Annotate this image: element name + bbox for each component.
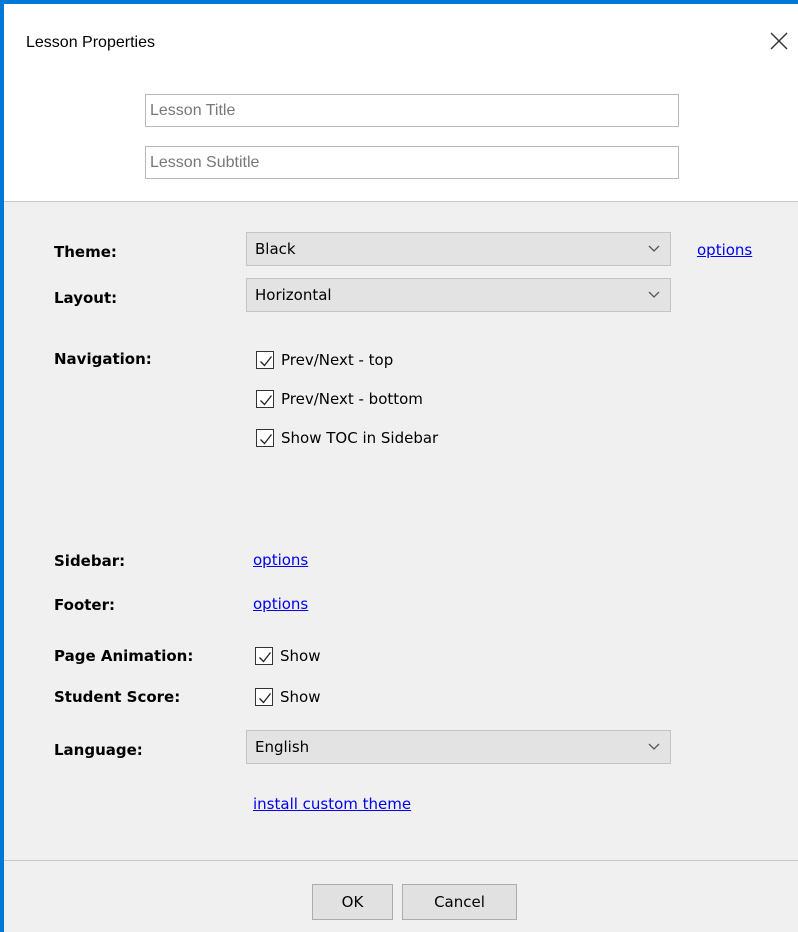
theme-select[interactable]: Black — [246, 232, 671, 266]
checkbox-checked-icon[interactable] — [255, 647, 273, 665]
nav-show-toc-label: Show TOC in Sidebar — [281, 429, 439, 447]
sidebar-options-link[interactable]: options — [253, 551, 308, 569]
cancel-button[interactable]: Cancel — [402, 884, 517, 920]
layout-select-value: Horizontal — [255, 286, 332, 304]
footer-label: Footer: — [54, 596, 115, 614]
install-custom-theme-link[interactable]: install custom theme — [253, 795, 411, 813]
chevron-down-icon — [648, 245, 660, 252]
language-label: Language: — [54, 741, 143, 759]
chevron-down-icon — [648, 743, 660, 750]
theme-select-value: Black — [255, 240, 296, 258]
language-select[interactable]: English — [246, 730, 671, 764]
close-icon[interactable] — [768, 30, 790, 52]
theme-options-link[interactable]: options — [697, 241, 752, 259]
title-bar: Lesson Properties — [4, 4, 798, 80]
student-score-checkbox[interactable]: Show — [255, 686, 320, 708]
lesson-header-section — [4, 80, 798, 202]
checkbox-checked-icon[interactable] — [256, 390, 274, 408]
nav-prev-next-top-label: Prev/Next - top — [281, 351, 394, 369]
student-score-show-label: Show — [280, 688, 321, 706]
layout-label: Layout: — [54, 289, 118, 307]
dialog-title: Lesson Properties — [26, 34, 155, 51]
page-animation-show-label: Show — [280, 647, 321, 665]
checkbox-checked-icon[interactable] — [256, 351, 274, 369]
sidebar-label: Sidebar: — [54, 552, 126, 570]
language-select-value: English — [255, 738, 310, 756]
navigation-label: Navigation: — [54, 350, 152, 368]
page-animation-checkbox[interactable]: Show — [255, 645, 320, 667]
footer-divider — [4, 860, 798, 861]
ok-button[interactable]: OK — [312, 884, 393, 920]
lesson-title-input[interactable] — [145, 94, 679, 127]
page-animation-label: Page Animation: — [54, 647, 194, 665]
lesson-subtitle-input[interactable] — [145, 146, 679, 179]
layout-select[interactable]: Horizontal — [246, 278, 671, 312]
lesson-properties-dialog: Lesson Properties Theme: Black options L… — [0, 0, 798, 932]
theme-label: Theme: — [54, 243, 117, 261]
footer-options-link[interactable]: options — [253, 595, 308, 613]
student-score-label: Student Score: — [54, 688, 181, 706]
checkbox-checked-icon[interactable] — [256, 429, 274, 447]
nav-prev-next-bottom-label: Prev/Next - bottom — [281, 390, 423, 408]
nav-show-toc-checkbox[interactable]: Show TOC in Sidebar — [256, 427, 438, 449]
nav-prev-next-top-checkbox[interactable]: Prev/Next - top — [256, 349, 393, 371]
chevron-down-icon — [648, 291, 660, 298]
checkbox-checked-icon[interactable] — [255, 688, 273, 706]
nav-prev-next-bottom-checkbox[interactable]: Prev/Next - bottom — [256, 388, 423, 410]
